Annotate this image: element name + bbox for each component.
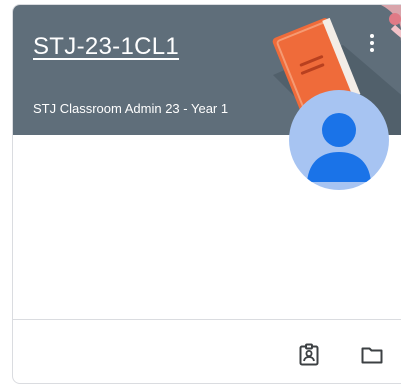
teacher-avatar xyxy=(289,90,389,190)
folder-icon[interactable] xyxy=(359,342,385,368)
dot-icon xyxy=(370,41,374,45)
card-footer xyxy=(13,320,401,383)
dot-icon xyxy=(370,34,374,38)
class-subtitle: STJ Classroom Admin 23 - Year 1 xyxy=(33,101,229,116)
class-card[interactable]: STJ-23-1CL1 STJ Classroom Admin 23 - Yea… xyxy=(12,4,401,384)
person-icon xyxy=(307,113,371,182)
assignment-ind-icon[interactable] xyxy=(296,342,322,368)
class-title-link[interactable]: STJ-23-1CL1 xyxy=(33,33,179,61)
more-options-button[interactable] xyxy=(364,29,380,57)
dot-icon xyxy=(370,48,374,52)
